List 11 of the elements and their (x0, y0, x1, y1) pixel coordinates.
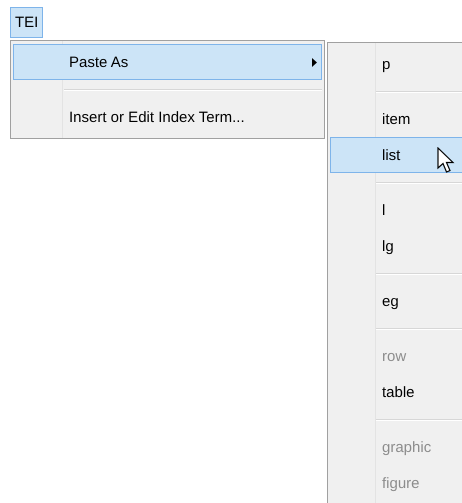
menu-item[interactable]: l (330, 192, 462, 228)
menu-item[interactable]: eg (330, 283, 462, 319)
menu-item[interactable]: p (330, 46, 462, 82)
menu-item[interactable]: list (330, 137, 462, 173)
menubar-item[interactable]: TEI (10, 7, 44, 38)
menu-item[interactable]: Paste As (13, 44, 322, 80)
menu-item[interactable]: lg (330, 228, 462, 264)
menu-item[interactable]: Insert or Edit Index Term... (13, 99, 322, 135)
menu-item[interactable]: table (330, 374, 462, 410)
mouse-pointer-icon (437, 147, 455, 174)
menu-item[interactable]: item (330, 101, 462, 137)
